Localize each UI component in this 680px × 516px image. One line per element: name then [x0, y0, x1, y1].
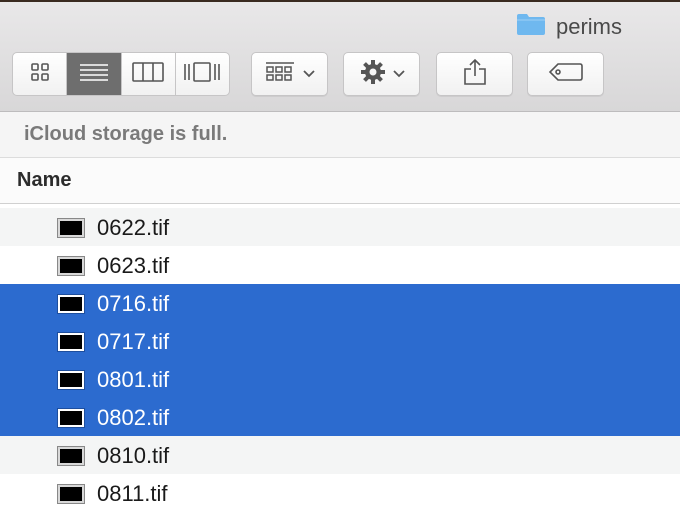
- window-title-label: perims: [556, 13, 623, 39]
- file-name: 0810.tif: [97, 443, 170, 468]
- file-row[interactable]: 0622.tif: [0, 208, 680, 246]
- name-column-header[interactable]: Name: [0, 158, 680, 204]
- file-name: 0622.tif: [97, 215, 170, 240]
- icloud-storage-message: iCloud storage is full.: [24, 123, 228, 145]
- window-top-edge: [0, 0, 680, 2]
- arrange-icon: [265, 61, 295, 88]
- chevron-down-icon: [302, 65, 315, 83]
- file-name: 0716.tif: [97, 291, 170, 316]
- action-button[interactable]: [343, 52, 420, 96]
- coverflow-icon: [183, 61, 221, 88]
- grid-icon: [30, 62, 50, 87]
- file-name: 0801.tif: [97, 367, 170, 392]
- image-file-icon: [58, 409, 84, 427]
- list-view-button[interactable]: [67, 53, 122, 95]
- name-column-label: Name: [17, 169, 72, 191]
- image-file-icon: [58, 257, 84, 275]
- window-toolbar: perims: [0, 0, 680, 112]
- arrange-button[interactable]: [251, 52, 328, 96]
- file-row[interactable]: 0801.tif: [0, 360, 680, 398]
- icloud-banner: iCloud storage is full.: [0, 112, 680, 158]
- file-name: 0623.tif: [97, 253, 170, 278]
- file-row[interactable]: 0716.tif: [0, 284, 680, 322]
- gear-icon: [359, 58, 387, 91]
- file-row[interactable]: 0623.tif: [0, 246, 680, 284]
- folder-icon: [516, 12, 546, 41]
- file-row[interactable]: 0802.tif: [0, 398, 680, 436]
- list-icon: [79, 62, 109, 87]
- cover-flow-view-button[interactable]: [176, 53, 229, 95]
- file-name: 0811.tif: [97, 481, 168, 506]
- chevron-down-icon: [392, 65, 405, 83]
- file-row[interactable]: 0810.tif: [0, 436, 680, 474]
- image-file-icon: [58, 333, 84, 351]
- view-mode-control: [12, 52, 230, 96]
- image-file-icon: [58, 371, 84, 389]
- tags-button[interactable]: [527, 52, 604, 96]
- file-name: 0717.tif: [97, 329, 170, 354]
- file-list: 0622.tif 0623.tif 0716.tif 0717.tif 0801…: [0, 208, 680, 512]
- columns-icon: [132, 61, 164, 87]
- image-file-icon: [58, 295, 84, 313]
- share-button[interactable]: [436, 52, 513, 96]
- file-name: 0802.tif: [97, 405, 170, 430]
- file-row[interactable]: 0811.tif: [0, 474, 680, 512]
- tag-icon: [548, 62, 584, 87]
- file-row[interactable]: 0717.tif: [0, 322, 680, 360]
- window-title: perims: [516, 12, 622, 41]
- column-view-button[interactable]: [122, 53, 176, 95]
- image-file-icon: [58, 219, 84, 237]
- image-file-icon: [58, 447, 84, 465]
- image-file-icon: [58, 485, 84, 503]
- share-icon: [463, 58, 487, 91]
- icon-view-button[interactable]: [13, 53, 68, 95]
